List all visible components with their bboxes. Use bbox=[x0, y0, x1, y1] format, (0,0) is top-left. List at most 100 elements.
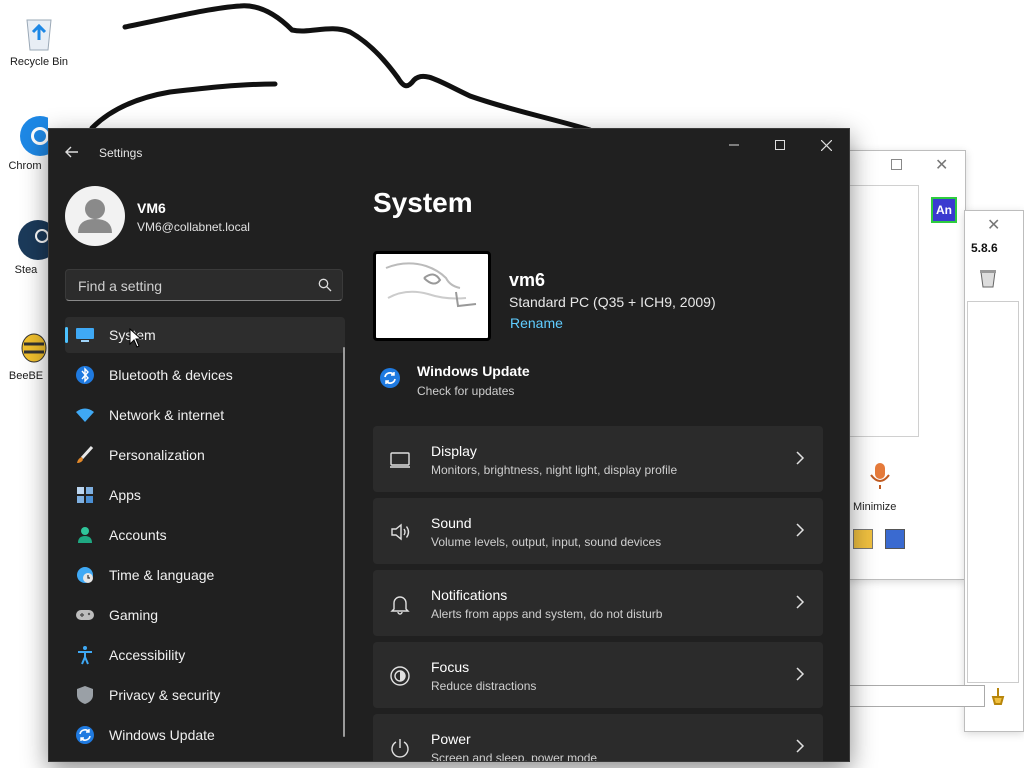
card-subtitle: Screen and sleep, power mode bbox=[431, 751, 598, 762]
bluetooth-icon bbox=[75, 365, 95, 385]
person-icon bbox=[75, 525, 95, 545]
background-chat-window[interactable]: ✕ 5.8.6 bbox=[839, 210, 1024, 732]
chevron-right-icon bbox=[796, 523, 805, 537]
sidebar-item-label: Windows Update bbox=[109, 727, 215, 743]
desktop-icon-beebeep[interactable]: BeeBE bbox=[4, 324, 48, 382]
card-notifications[interactable]: Notifications Alerts from apps and syste… bbox=[373, 570, 823, 636]
gamepad-icon bbox=[75, 605, 95, 625]
sidebar-item-label: Network & internet bbox=[109, 407, 225, 423]
chevron-right-icon bbox=[796, 739, 805, 753]
card-title: Focus bbox=[431, 659, 470, 675]
sidebar-item-bluetooth[interactable]: Bluetooth & devices bbox=[65, 357, 345, 393]
sidebar-item-label: Gaming bbox=[109, 607, 159, 623]
desktop-icon-label: Stea bbox=[14, 264, 38, 276]
rename-link[interactable]: Rename bbox=[510, 315, 563, 331]
back-button[interactable] bbox=[59, 139, 85, 165]
speaker-icon bbox=[391, 523, 410, 541]
sidebar-item-windows-update[interactable]: Windows Update bbox=[65, 717, 345, 753]
card-power[interactable]: Power Screen and sleep, power mode bbox=[373, 714, 823, 762]
desktop-thumbnail[interactable] bbox=[373, 251, 491, 341]
chevron-right-icon bbox=[796, 667, 805, 681]
desktop-icon-recycle-bin[interactable]: Recycle Bin bbox=[4, 10, 74, 68]
card-subtitle: Reduce distractions bbox=[431, 679, 537, 693]
update-icon bbox=[380, 368, 400, 388]
background-app-window[interactable]: ✕ An Minimize bbox=[846, 150, 966, 580]
sidebar-item-label: Time & language bbox=[109, 567, 215, 583]
sidebar-item-time-language[interactable]: Time & language bbox=[65, 557, 345, 593]
sidebar-item-label: Accounts bbox=[109, 527, 167, 543]
sidebar-scrollbar[interactable] bbox=[343, 347, 345, 737]
sidebar-item-label: Personalization bbox=[109, 447, 205, 463]
chevron-right-icon bbox=[796, 451, 805, 465]
sidebar-item-privacy-security[interactable]: Privacy & security bbox=[65, 677, 345, 713]
sidebar-item-accounts[interactable]: Accounts bbox=[65, 517, 345, 553]
card-subtitle: Alerts from apps and system, do not dist… bbox=[431, 607, 663, 621]
version-label: 5.8.6 bbox=[971, 241, 998, 255]
windows-update-subtitle: Check for updates bbox=[417, 384, 515, 398]
minimize-label[interactable]: Minimize bbox=[853, 501, 896, 513]
card-title: Power bbox=[431, 731, 471, 747]
active-indicator bbox=[65, 327, 68, 343]
desktop-icon-label: Recycle Bin bbox=[9, 56, 69, 68]
sidebar-item-gaming[interactable]: Gaming bbox=[65, 597, 345, 633]
sidebar-item-accessibility[interactable]: Accessibility bbox=[65, 637, 345, 673]
sidebar-item-label: Bluetooth & devices bbox=[109, 367, 233, 383]
sidebar-item-label: Accessibility bbox=[109, 647, 186, 663]
trash-icon[interactable] bbox=[977, 267, 999, 289]
app-badge[interactable]: An bbox=[931, 197, 957, 223]
close-icon[interactable]: ✕ bbox=[935, 155, 948, 175]
shield-icon bbox=[75, 685, 95, 705]
sidebar-item-personalization[interactable]: Personalization bbox=[65, 437, 345, 473]
clock-globe-icon bbox=[75, 565, 95, 585]
settings-window: Settings VM6 VM6@collabnet.local System bbox=[48, 128, 850, 762]
search-icon[interactable] bbox=[318, 278, 332, 292]
user-name: VM6 bbox=[137, 200, 166, 216]
display-icon bbox=[390, 452, 410, 468]
chat-log-panel bbox=[967, 301, 1019, 683]
user-email: VM6@collabnet.local bbox=[137, 220, 250, 234]
monitor-icon bbox=[75, 325, 95, 345]
search-input[interactable] bbox=[76, 270, 310, 302]
desktop-icon-chrome[interactable]: Chrom bbox=[4, 114, 60, 172]
card-subtitle: Monitors, brightness, night light, displ… bbox=[431, 463, 678, 477]
sidebar-item-label: Privacy & security bbox=[109, 687, 221, 703]
tool-icon[interactable] bbox=[853, 529, 873, 549]
person-icon bbox=[78, 199, 112, 233]
settings-search[interactable] bbox=[65, 269, 343, 302]
card-title: Display bbox=[431, 443, 477, 459]
card-subtitle: Volume levels, output, input, sound devi… bbox=[431, 535, 662, 549]
main-content: System vm6 Standard PC (Q35 + ICH9, 2009… bbox=[373, 129, 849, 761]
update-icon bbox=[75, 725, 95, 745]
steam-icon bbox=[4, 218, 58, 262]
avatar[interactable] bbox=[65, 186, 125, 246]
card-sound[interactable]: Sound Volume levels, output, input, soun… bbox=[373, 498, 823, 564]
card-display[interactable]: Display Monitors, brightness, night ligh… bbox=[373, 426, 823, 492]
close-icon[interactable]: ✕ bbox=[987, 215, 1000, 235]
sidebar-item-label: Apps bbox=[109, 487, 141, 503]
accessibility-icon bbox=[75, 645, 95, 665]
beebeep-icon bbox=[4, 324, 48, 368]
apps-icon bbox=[75, 485, 95, 505]
thumbnail-scribble bbox=[385, 262, 477, 308]
chrome-icon bbox=[4, 114, 60, 158]
card-focus[interactable]: Focus Reduce distractions bbox=[373, 642, 823, 708]
chat-input[interactable] bbox=[839, 685, 985, 707]
save-icon[interactable] bbox=[885, 529, 905, 549]
device-model: Standard PC (Q35 + ICH9, 2009) bbox=[509, 294, 716, 310]
window-title: Settings bbox=[99, 146, 143, 160]
mouse-cursor bbox=[129, 328, 143, 348]
page-title: System bbox=[373, 187, 473, 218]
chevron-right-icon bbox=[796, 595, 805, 609]
device-name: vm6 bbox=[509, 270, 546, 290]
background-app-panel bbox=[847, 185, 919, 437]
sidebar-item-network[interactable]: Network & internet bbox=[65, 397, 345, 433]
desktop-icon-label: BeeBE bbox=[8, 370, 44, 382]
sidebar-item-system[interactable]: System bbox=[65, 317, 345, 353]
sidebar-item-apps[interactable]: Apps bbox=[65, 477, 345, 513]
microphone-icon[interactable] bbox=[867, 461, 893, 491]
maximize-icon[interactable] bbox=[891, 159, 902, 170]
broom-icon[interactable] bbox=[989, 687, 1007, 705]
windows-update-title: Windows Update bbox=[417, 363, 530, 379]
brush-icon bbox=[75, 445, 95, 465]
desktop-icon-steam[interactable]: Stea bbox=[4, 218, 58, 276]
